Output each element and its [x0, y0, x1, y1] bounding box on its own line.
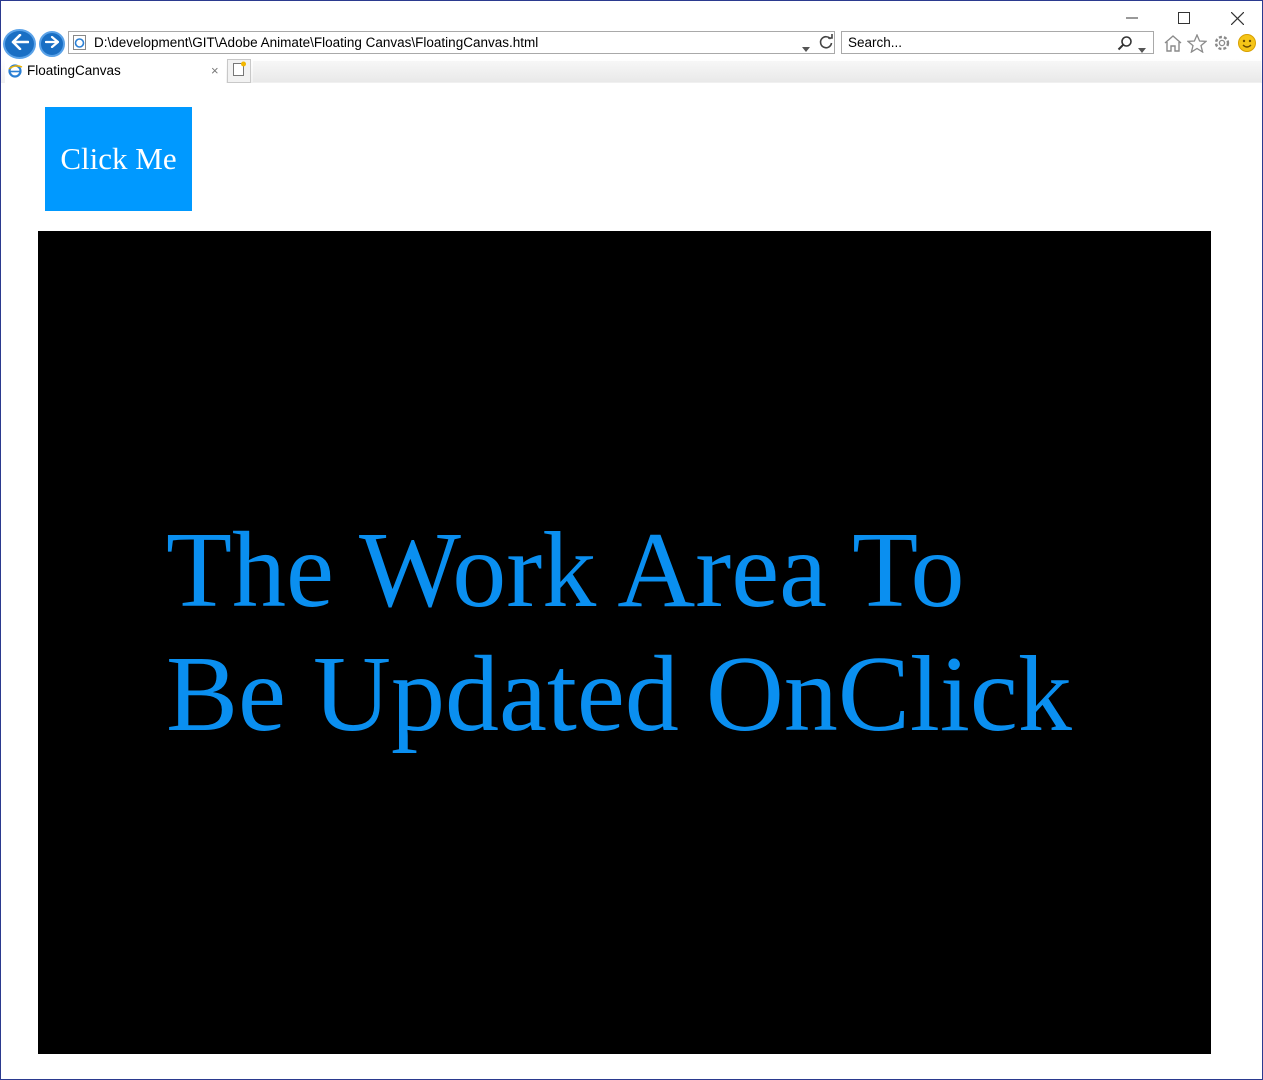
tab-title: FloatingCanvas [27, 63, 121, 78]
gear-icon[interactable] [1211, 32, 1233, 54]
back-button[interactable] [3, 29, 36, 59]
new-tab-icon [232, 61, 246, 82]
browser-window: D:\development\GIT\Adobe Animate\Floatin… [0, 0, 1263, 1080]
magnifier-icon[interactable] [1117, 35, 1133, 56]
address-dropdown-icon[interactable] [802, 39, 810, 57]
stage-text-line-2: Be Updated OnClick [166, 635, 1072, 754]
tab-close-icon[interactable]: × [211, 63, 219, 78]
star-icon[interactable] [1186, 32, 1208, 54]
forward-button[interactable] [39, 31, 65, 57]
home-icon[interactable] [1162, 32, 1184, 54]
stage-text-line-1: The Work Area To [166, 511, 965, 630]
smiley-icon[interactable] [1236, 32, 1258, 54]
address-bar[interactable]: D:\development\GIT\Adobe Animate\Floatin… [68, 31, 835, 54]
animate-canvas-stage: The Work Area To Be Updated OnClick [38, 231, 1211, 1054]
search-placeholder[interactable]: Search... [848, 35, 902, 50]
close-icon[interactable] [1214, 5, 1260, 31]
arrow-left-icon [11, 33, 29, 55]
maximize-icon[interactable] [1161, 5, 1207, 31]
search-box[interactable]: Search... [841, 31, 1154, 54]
minimize-icon[interactable] [1109, 5, 1155, 31]
address-url[interactable]: D:\development\GIT\Adobe Animate\Floatin… [94, 35, 538, 50]
ie-page-icon [72, 35, 87, 50]
new-tab-button[interactable] [227, 59, 251, 83]
tab-strip-background [253, 61, 1261, 82]
click-me-button[interactable]: Click Me [45, 107, 192, 211]
refresh-icon[interactable] [818, 34, 834, 55]
tab-floatingcanvas[interactable]: FloatingCanvas × [5, 59, 226, 83]
search-dropdown-icon[interactable] [1138, 40, 1146, 58]
ie-favicon-icon [7, 63, 23, 79]
arrow-right-icon [44, 35, 60, 53]
stage-text: The Work Area To Be Updated OnClick [166, 509, 1166, 757]
